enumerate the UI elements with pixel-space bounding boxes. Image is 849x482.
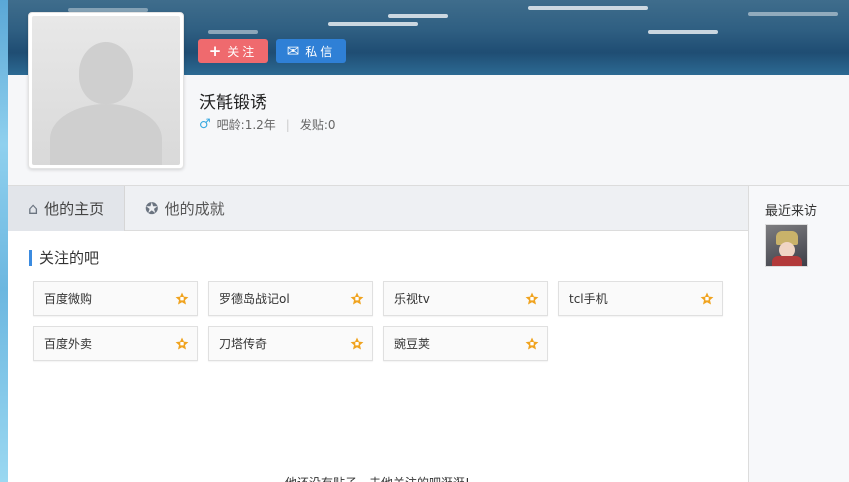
home-icon: ⌂ [28,199,39,218]
tab-achievements-label: 他的成就 [164,200,225,218]
tab-home[interactable]: ⌂ 他的主页 [8,186,126,231]
empty-posts-note: 他还没有贴子，去他关注的吧逛逛! [285,474,470,482]
bar-name: 豌豆荚 [394,337,431,351]
profile-meta: ♂ 吧龄:1.2年 | 发贴:0 [199,116,336,133]
bar-item[interactable]: 百度微购 [33,281,198,316]
bar-item[interactable]: 豌豆荚 [383,326,548,361]
bar-item[interactable]: tcl手机 [558,281,723,316]
bar-name: 罗德岛战记ol [219,292,290,306]
avatar[interactable] [28,12,184,169]
bar-item[interactable]: 乐视tv [383,281,548,316]
bar-name: 百度微购 [44,292,93,306]
bar-age: 吧龄:1.2年 [216,118,276,132]
male-icon: ♂ [199,117,211,132]
level-star-icon [350,292,364,304]
username: 沃毻锻诱 [199,93,267,113]
bar-name: tcl手机 [569,292,608,306]
default-avatar-icon [32,16,180,165]
achievement-icon: ✪ [145,199,159,218]
meta-divider: | [285,117,290,132]
bar-item[interactable]: 刀塔传奇 [208,326,373,361]
bar-name: 刀塔传奇 [219,337,268,351]
level-star-icon [700,292,714,304]
level-star-icon [525,292,539,304]
message-label: 私信 [305,44,336,59]
followed-bars-title: 关注的吧 [29,250,99,266]
message-button[interactable]: ✉ 私信 [276,39,346,63]
post-count: 发贴:0 [299,118,336,132]
bar-item[interactable]: 百度外卖 [33,326,198,361]
tab-achievements[interactable]: ✪ 他的成就 [125,186,244,231]
level-star-icon [175,337,189,349]
tab-home-label: 他的主页 [44,200,105,218]
follow-button[interactable]: + 关注 [198,39,268,63]
level-star-icon [175,292,189,304]
recent-visitors-title: 最近来访 [765,204,818,219]
main-panel: ⌂ 他的主页 ✪ 他的成就 关注的吧 百度微购 罗德岛战记ol 乐视tv tcl… [8,185,748,482]
visitor-avatar[interactable] [765,224,808,267]
background-strip [0,0,8,482]
level-star-icon [350,337,364,349]
bar-name: 百度外卖 [44,337,93,351]
plus-icon: + [208,42,222,60]
profile-tabs: ⌂ 他的主页 ✪ 他的成就 [8,186,748,231]
followed-bars-list: 百度微购 罗德岛战记ol 乐视tv tcl手机 百度外卖 刀塔传奇 豌豆荚 [33,281,733,361]
bar-name: 乐视tv [394,292,430,306]
mail-icon: ✉ [286,42,300,60]
level-star-icon [525,337,539,349]
bar-item[interactable]: 罗德岛战记ol [208,281,373,316]
follow-label: 关注 [227,44,258,59]
recent-visitors-sidebar: 最近来访 [748,185,849,482]
